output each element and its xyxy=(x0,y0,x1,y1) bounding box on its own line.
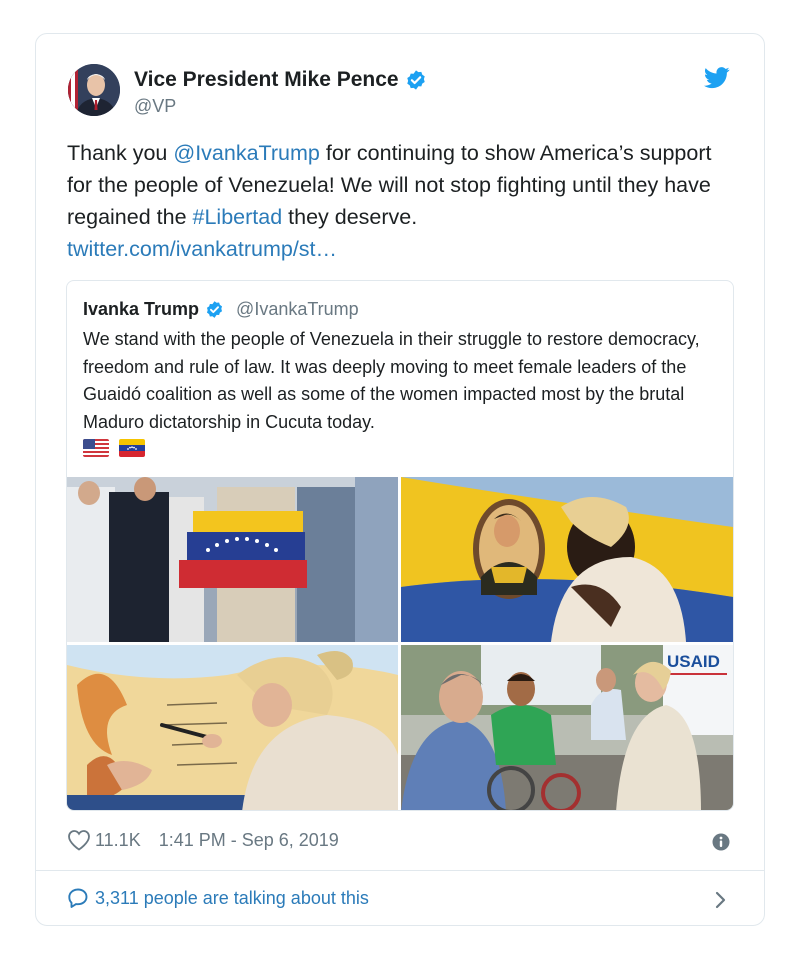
twitter-bird-icon[interactable] xyxy=(704,67,730,89)
photo-signing-mural[interactable] xyxy=(67,645,398,810)
author-name-row[interactable]: Vice President Mike Pence xyxy=(134,68,427,92)
conversation-link[interactable]: 3,311 people are talking about this xyxy=(67,887,369,909)
tweet-text-part: Thank you xyxy=(67,141,174,165)
tweet-timestamp[interactable]: 1:41 PM - Sep 6, 2019 xyxy=(159,830,339,851)
verified-badge-icon xyxy=(406,70,425,90)
tweet-text: Thank you @IvankaTrump for continuing to… xyxy=(67,137,737,265)
photo-usaid-meeting[interactable]: USAID xyxy=(401,645,733,810)
heart-icon[interactable] xyxy=(67,829,91,851)
author-name[interactable]: Vice President Mike Pence xyxy=(134,68,399,92)
usaid-sign: USAID xyxy=(667,652,720,671)
us-flag-emoji xyxy=(83,439,109,457)
author-handle[interactable]: @VP xyxy=(134,96,176,117)
verified-badge-icon xyxy=(207,301,223,318)
photo-grid: USAID xyxy=(67,477,733,810)
quoted-author-name[interactable]: Ivanka Trump xyxy=(83,299,199,320)
tweet-stats: 11.1K 1:41 PM - Sep 6, 2019 xyxy=(67,829,339,851)
author-avatar[interactable] xyxy=(68,64,120,116)
flag-emojis xyxy=(83,439,145,457)
tweet-card: Vice President Mike Pence @VP Thank you … xyxy=(35,33,765,926)
mention-link[interactable]: @IvankaTrump xyxy=(173,141,320,165)
speech-bubble-icon xyxy=(68,888,88,908)
info-icon[interactable] xyxy=(712,833,730,851)
quoted-tweet-url-link[interactable]: twitter.com/ivankatrump/st… xyxy=(67,237,337,261)
photo-venezuela-flag-group[interactable] xyxy=(67,477,398,642)
conversation-text[interactable]: 3,311 people are talking about this xyxy=(95,888,369,909)
quoted-author-row[interactable]: Ivanka Trump @IvankaTrump xyxy=(83,299,359,320)
tweet-text-part: they deserve. xyxy=(282,205,418,229)
hashtag-link[interactable]: #Libertad xyxy=(193,205,283,229)
quoted-tweet-text: We stand with the people of Venezuela in… xyxy=(83,329,700,432)
footer-divider xyxy=(36,870,764,871)
quoted-author-handle[interactable]: @IvankaTrump xyxy=(236,299,359,320)
chevron-right-icon[interactable] xyxy=(714,890,728,910)
like-count[interactable]: 11.1K xyxy=(95,830,141,851)
photo-mural-embrace[interactable] xyxy=(401,477,733,642)
venezuela-flag-emoji xyxy=(119,439,145,457)
quoted-tweet[interactable]: Ivanka Trump @IvankaTrump We stand with … xyxy=(66,280,734,811)
